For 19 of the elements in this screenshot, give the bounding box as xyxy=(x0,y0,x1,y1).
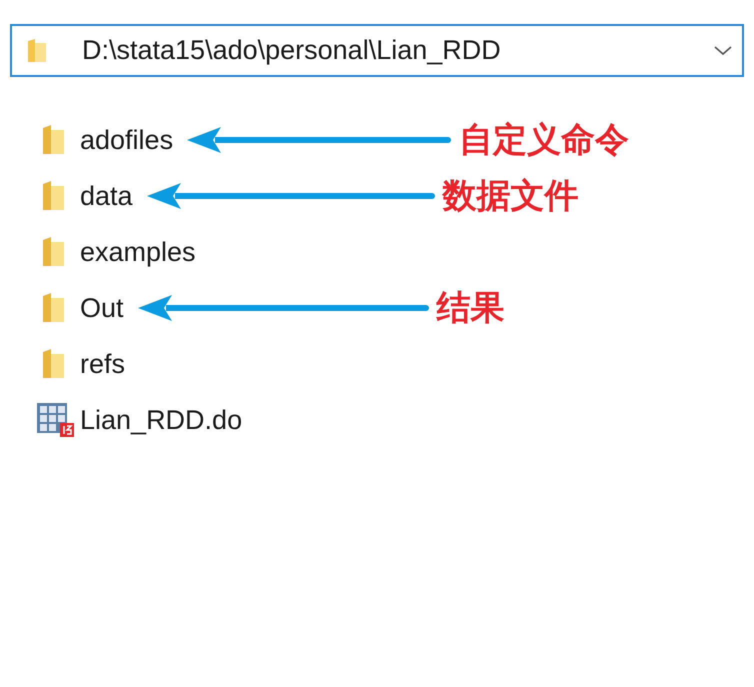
folder-icon xyxy=(40,348,66,380)
file-name[interactable]: Lian_RDD.do xyxy=(80,400,242,440)
folder-icon xyxy=(40,236,66,268)
folder-icon xyxy=(26,38,48,64)
file-name[interactable]: adofiles xyxy=(80,120,174,160)
folder-icon xyxy=(40,292,66,324)
file-name[interactable]: Out xyxy=(80,288,124,328)
file-name[interactable]: data xyxy=(80,176,133,216)
dropdown-chevron-icon[interactable] xyxy=(714,46,732,56)
path-text: D:\stata15\ado\personal\Lian_RDD xyxy=(82,34,501,68)
folder-icon xyxy=(40,180,66,212)
grid-document-icon xyxy=(36,402,76,438)
annotation-label: 数据文件 xyxy=(442,176,579,216)
file-name[interactable]: examples xyxy=(80,232,196,272)
annotation-label: 结果 xyxy=(436,288,505,328)
file-name[interactable]: refs xyxy=(80,344,126,384)
address-bar[interactable]: D:\stata15\ado\personal\Lian_RDD xyxy=(10,24,744,77)
annotation-label: 自定义命令 xyxy=(459,120,630,160)
folder-icon xyxy=(40,124,66,156)
